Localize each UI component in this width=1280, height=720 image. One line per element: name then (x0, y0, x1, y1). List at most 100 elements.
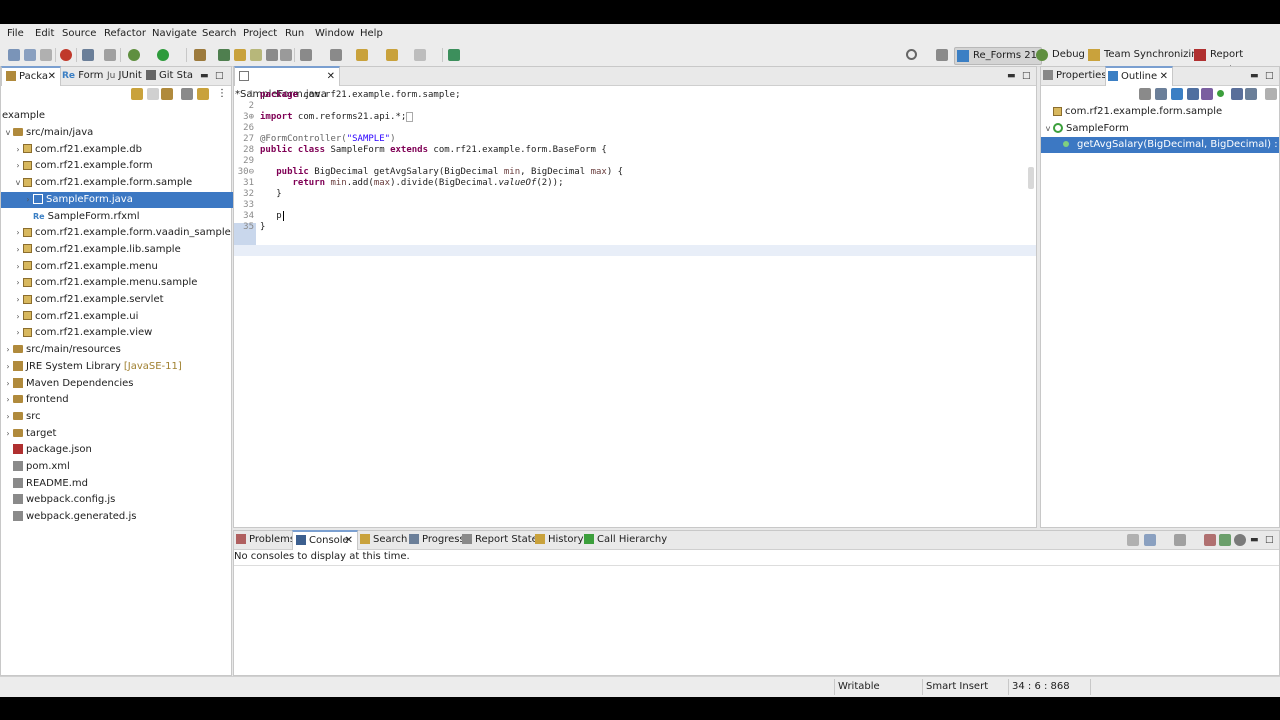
run-icon[interactable] (157, 49, 169, 61)
tree-item[interactable]: › Maven Dependencies (1, 376, 134, 392)
tree-root[interactable]: example (2, 108, 45, 124)
collapse-all-icon[interactable] (1139, 88, 1151, 100)
new-java-class-icon[interactable] (218, 49, 230, 61)
tree-item[interactable]: v src/main/java (1, 125, 94, 141)
gear-icon[interactable] (1234, 534, 1246, 546)
menu-help[interactable]: Help (360, 28, 383, 39)
menu-file[interactable]: File (7, 28, 24, 39)
tree-item[interactable]: README.md (1, 476, 88, 492)
perspective-reforms[interactable]: Re_Forms 21 (954, 47, 1042, 65)
tree-item[interactable]: › src/main/resources (1, 342, 120, 358)
chevron-down-icon[interactable]: v (3, 125, 13, 141)
sort-icon[interactable] (1155, 88, 1167, 100)
menu-search[interactable]: Search (202, 28, 236, 39)
tree-item[interactable]: › com.rf21.example.form.vaadin_sample (1, 225, 230, 241)
chevron-right-icon[interactable]: › (3, 342, 13, 358)
open-perspective-icon[interactable] (936, 49, 948, 61)
scroll-lock-icon[interactable] (1219, 534, 1231, 546)
minimize-icon[interactable]: ▬ (1250, 71, 1259, 81)
maximize-icon[interactable]: □ (1265, 71, 1274, 81)
pin-console-icon[interactable] (1204, 534, 1216, 546)
menu-project[interactable]: Project (243, 28, 277, 39)
tab-problems[interactable]: Problems (236, 531, 295, 549)
menu-window[interactable]: Window (315, 28, 354, 39)
tree-item[interactable]: › com.rf21.example.db (1, 142, 142, 158)
tree-item[interactable]: › com.rf21.example.menu.sample (1, 275, 197, 291)
tab-report-state[interactable]: Report State (462, 531, 538, 549)
close-icon[interactable]: ✕ (48, 68, 56, 86)
pin-editor-icon[interactable] (448, 49, 460, 61)
chevron-right-icon[interactable]: › (13, 309, 23, 325)
minimize-icon[interactable]: ▬ (200, 71, 209, 81)
chevron-right-icon[interactable]: › (23, 192, 33, 208)
tab-package-explorer[interactable]: Packa ✕ (1, 66, 61, 86)
server-icon[interactable] (82, 49, 94, 61)
forward-icon[interactable] (414, 49, 426, 61)
tree-item[interactable]: › com.rf21.example.form (1, 158, 152, 174)
next-annotation-icon[interactable] (300, 49, 312, 61)
menu-source[interactable]: Source (62, 28, 96, 39)
mark-icon[interactable] (250, 49, 262, 61)
tab-outline[interactable]: Outline ✕ (1105, 66, 1173, 86)
tree-item[interactable]: webpack.config.js (1, 492, 115, 508)
display-console-icon[interactable] (1144, 534, 1156, 546)
chevron-right-icon[interactable]: › (13, 158, 23, 174)
tree-item[interactable]: › JRE System Library [JavaSE-11] (1, 359, 182, 375)
tree-item[interactable]: webpack.generated.js (1, 509, 136, 525)
tree-item[interactable]: › SampleForm.java (1, 191, 252, 208)
tree-item[interactable]: › target (1, 426, 56, 442)
tab-progress[interactable]: Progress (409, 531, 465, 549)
menu-navigate[interactable]: Navigate (152, 28, 197, 39)
outline-method[interactable]: getAvgSalary(BigDecimal, BigDecimal) : B… (1041, 137, 1280, 153)
tree-item[interactable]: › frontend (1, 392, 68, 408)
link-editor-icon[interactable] (197, 88, 209, 100)
highlight-icon[interactable] (266, 49, 278, 61)
tree-item[interactable]: Re SampleForm.rfxml (1, 209, 140, 225)
close-icon[interactable]: ✕ (345, 532, 353, 550)
tab-console[interactable]: Console ✕ (292, 530, 358, 550)
tab-sampleform-java[interactable]: *SampleForm.java ✕ (234, 66, 340, 100)
maximize-icon[interactable]: □ (1265, 535, 1274, 545)
menu-edit[interactable]: Edit (35, 28, 54, 39)
perspective-report-design[interactable]: Report Design (1192, 47, 1280, 76)
debug-run-icon[interactable] (128, 49, 140, 61)
minimize-icon[interactable]: ▬ (1250, 535, 1259, 545)
outline-class[interactable]: v SampleForm (1043, 121, 1129, 137)
tab-call-hierarchy[interactable]: Call Hierarchy (584, 531, 667, 549)
maximize-icon[interactable]: □ (1022, 71, 1031, 81)
menu-refactor[interactable]: Refactor (104, 28, 146, 39)
hide-nonpublic-icon[interactable] (1201, 88, 1213, 100)
tree-item[interactable]: v com.rf21.example.form.sample (1, 175, 193, 191)
maximize-icon[interactable]: □ (215, 71, 224, 81)
chevron-right-icon[interactable]: › (3, 409, 13, 425)
filter-icon[interactable] (1265, 88, 1277, 100)
overview-ruler-marker[interactable] (1028, 167, 1034, 189)
outline-package[interactable]: com.rf21.example.form.sample (1053, 104, 1222, 120)
status-insert-mode[interactable]: Smart Insert (926, 681, 988, 692)
tab-form[interactable]: Re Form (62, 67, 103, 85)
perspective-team-sync[interactable]: Team Synchronizing (1086, 47, 1208, 63)
save-all-icon[interactable] (40, 49, 52, 61)
tree-item[interactable]: › com.rf21.example.lib.sample (1, 242, 180, 258)
tree-item[interactable]: › com.rf21.example.view (1, 325, 152, 341)
external-tools-icon[interactable] (104, 49, 116, 61)
tree-item[interactable]: package.json (1, 442, 92, 458)
code-editor[interactable]: 1 package com.rf21.example.form.sample; 2… (234, 85, 1036, 527)
open-type-icon[interactable] (194, 49, 206, 61)
show-whitespace-icon[interactable] (280, 49, 292, 61)
tab-search[interactable]: Search (360, 531, 407, 549)
tree-item[interactable]: › src (1, 409, 40, 425)
perspective-debug[interactable]: Debug (1034, 47, 1089, 63)
prev-annotation-icon[interactable] (330, 49, 342, 61)
chevron-right-icon[interactable]: › (3, 426, 13, 442)
chevron-right-icon[interactable]: › (13, 142, 23, 158)
hide-local-types-icon[interactable] (1217, 90, 1224, 97)
tab-history[interactable]: History (535, 531, 584, 549)
hide-fields-icon[interactable] (1171, 88, 1183, 100)
edit-icon[interactable] (234, 49, 246, 61)
chevron-right-icon[interactable]: › (3, 392, 13, 408)
chevron-right-icon[interactable]: › (13, 275, 23, 291)
clear-console-icon[interactable] (1127, 534, 1139, 546)
collapse-all-icon[interactable] (181, 88, 193, 100)
chevron-right-icon[interactable]: › (3, 376, 13, 392)
